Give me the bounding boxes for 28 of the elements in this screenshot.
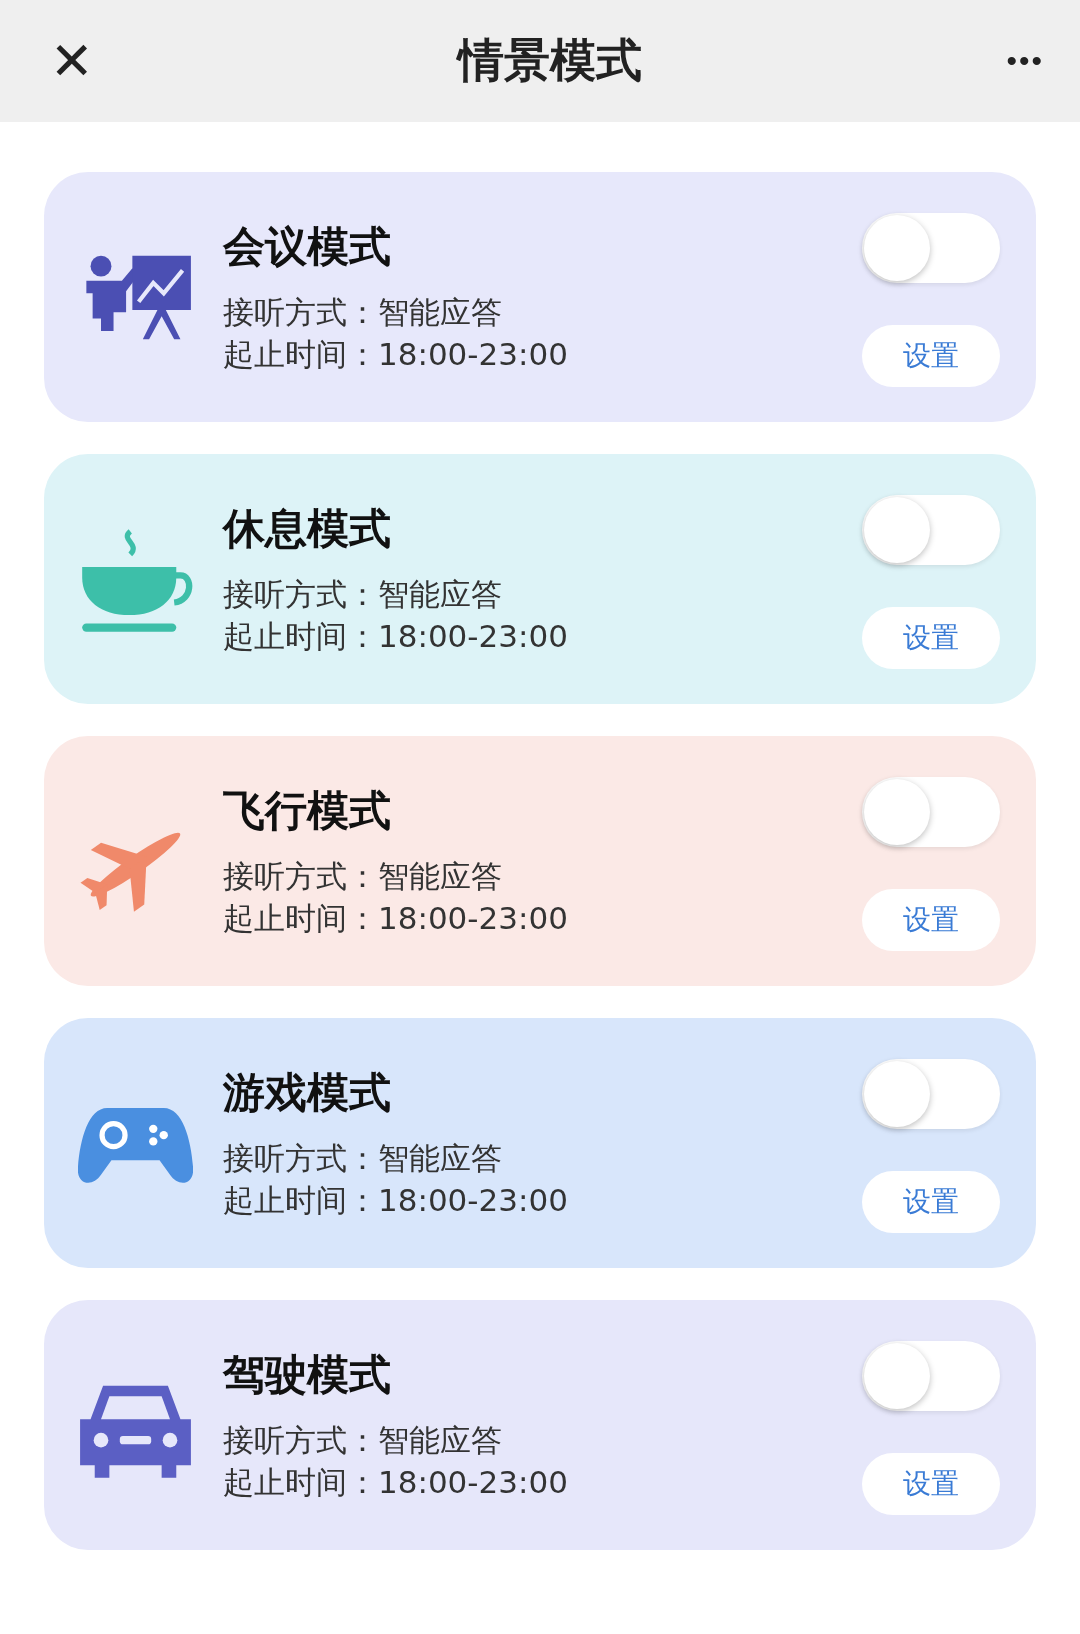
time-range-text: 起止时间：18:00-23:00: [223, 617, 569, 656]
page-title: 情景模式: [458, 32, 643, 89]
toggle-switch[interactable]: [862, 495, 1000, 565]
settings-button[interactable]: 设置: [862, 607, 1000, 669]
time-range-text: 起止时间：18:00-23:00: [223, 1181, 569, 1220]
mode-title: 会议模式: [223, 221, 392, 273]
time-range-text: 起止时间：18:00-23:00: [223, 335, 569, 374]
answer-mode-text: 接听方式：智能应答: [223, 575, 503, 614]
time-range-text: 起止时间：18:00-23:00: [223, 899, 569, 938]
mode-title: 驾驶模式: [223, 1349, 392, 1401]
settings-button[interactable]: 设置: [862, 325, 1000, 387]
toggle-switch[interactable]: [862, 1341, 1000, 1411]
more-button[interactable]: •••: [1006, 44, 1044, 78]
toggle-switch[interactable]: [862, 1059, 1000, 1129]
toggle-switch[interactable]: [862, 777, 1000, 847]
settings-button[interactable]: 设置: [862, 889, 1000, 951]
time-range-text: 起止时间：18:00-23:00: [223, 1463, 569, 1502]
mode-title: 游戏模式: [223, 1067, 392, 1119]
mode-title: 飞行模式: [223, 785, 392, 837]
mode-title: 休息模式: [223, 503, 392, 555]
answer-mode-text: 接听方式：智能应答: [223, 1139, 503, 1178]
answer-mode-text: 接听方式：智能应答: [223, 293, 503, 332]
close-button[interactable]: ✕: [50, 35, 94, 87]
toggle-switch[interactable]: [862, 213, 1000, 283]
answer-mode-text: 接听方式：智能应答: [223, 1421, 503, 1460]
settings-button[interactable]: 设置: [862, 1171, 1000, 1233]
answer-mode-text: 接听方式：智能应答: [223, 857, 503, 896]
settings-button[interactable]: 设置: [862, 1453, 1000, 1515]
